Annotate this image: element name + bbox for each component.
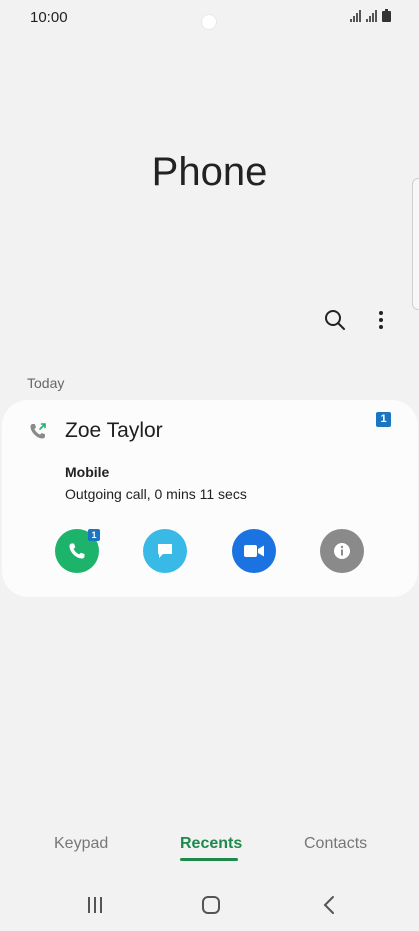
- page-title: Phone: [151, 150, 268, 194]
- edge-panel-handle[interactable]: [412, 178, 419, 310]
- call-sim-badge: 1: [88, 529, 100, 541]
- message-button[interactable]: [143, 529, 187, 573]
- status-icons: [350, 9, 391, 22]
- back-icon: [323, 896, 334, 914]
- more-options-button[interactable]: [367, 306, 395, 334]
- toolbar: [321, 306, 395, 334]
- search-button[interactable]: [321, 306, 349, 334]
- number-type: Mobile: [65, 464, 110, 480]
- contact-name: Zoe Taylor: [65, 419, 163, 442]
- message-icon: [158, 544, 172, 558]
- system-nav-bar: [0, 885, 419, 925]
- outgoing-call-icon: [28, 421, 48, 446]
- front-camera: [202, 15, 216, 29]
- status-time: 10:00: [30, 9, 68, 26]
- more-options-icon: [379, 311, 383, 329]
- home-button[interactable]: [196, 893, 226, 917]
- call-log-item[interactable]: Zoe Taylor 1 Mobile Outgoing call, 0 min…: [2, 400, 418, 597]
- call-icon: [69, 543, 85, 559]
- tab-recents[interactable]: Recents: [180, 835, 242, 853]
- signal-sim2-icon: [366, 9, 377, 22]
- tab-keypad[interactable]: Keypad: [54, 835, 108, 853]
- tab-contacts[interactable]: Contacts: [304, 835, 367, 853]
- video-call-icon: [244, 545, 264, 557]
- battery-icon: [382, 9, 391, 22]
- status-bar: 10:00: [0, 0, 419, 36]
- bottom-tab-bar: Keypad Recents Contacts: [0, 830, 419, 862]
- info-icon: [334, 543, 350, 559]
- active-tab-indicator: [180, 858, 238, 861]
- call-detail: Outgoing call, 0 mins 11 secs: [65, 486, 247, 502]
- sim-badge: 1: [376, 412, 391, 427]
- search-icon: [325, 310, 345, 330]
- recent-apps-icon: [88, 897, 102, 913]
- signal-sim1-icon: [350, 9, 361, 22]
- section-label-today: Today: [27, 375, 65, 391]
- recent-apps-button[interactable]: [80, 893, 110, 917]
- back-button[interactable]: [314, 893, 344, 917]
- home-icon: [202, 896, 220, 914]
- details-button[interactable]: [320, 529, 364, 573]
- video-call-button[interactable]: [232, 529, 276, 573]
